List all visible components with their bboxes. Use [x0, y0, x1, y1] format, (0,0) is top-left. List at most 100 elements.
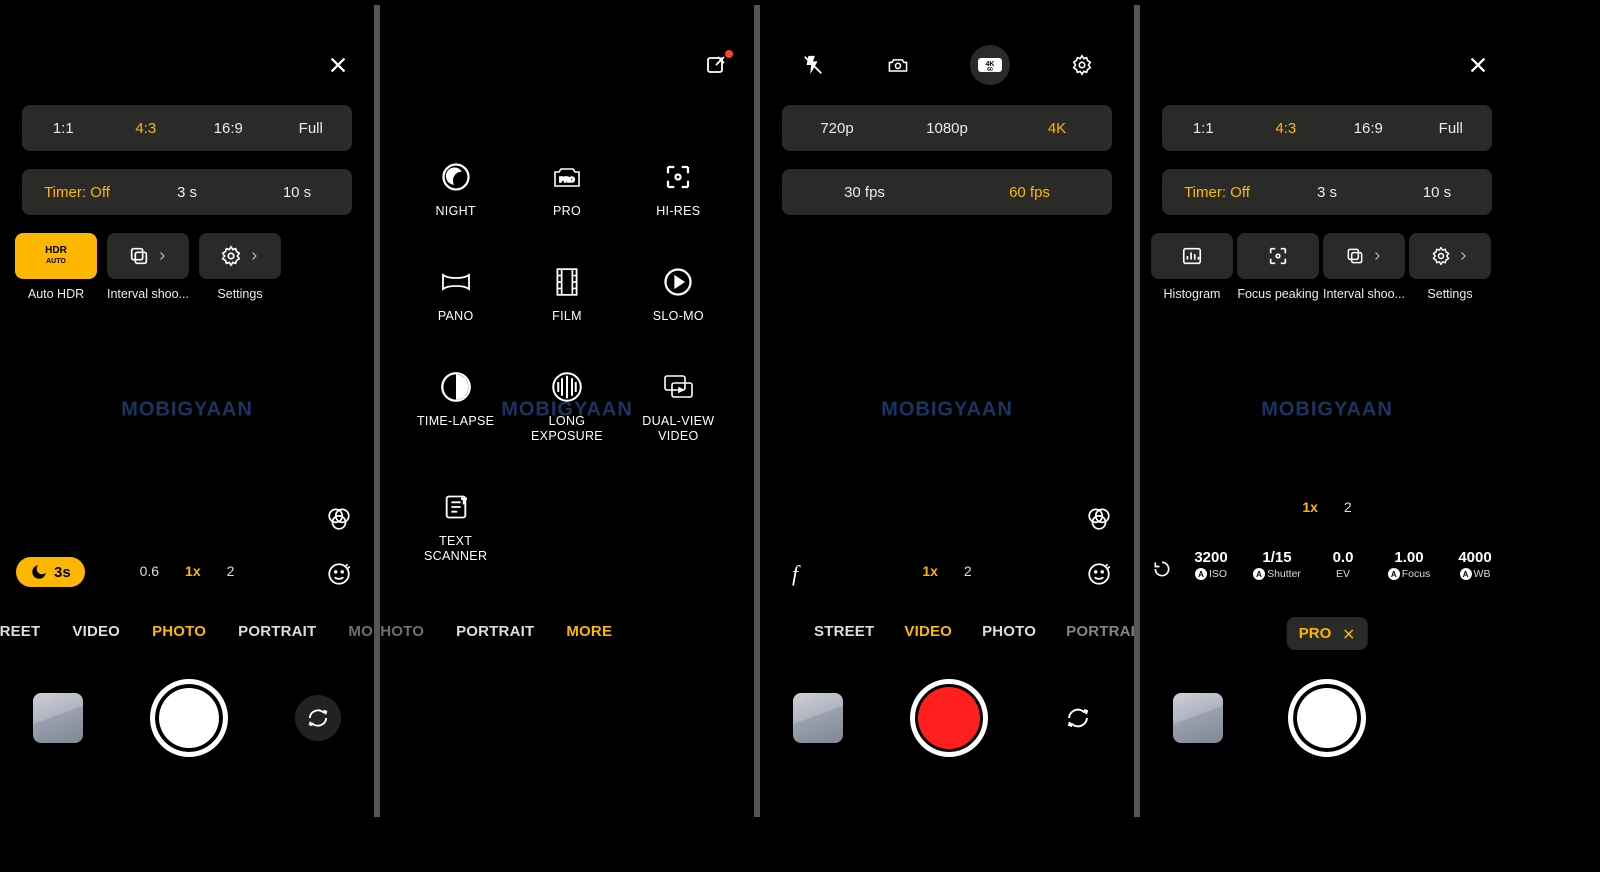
mode-more[interactable]: MORE	[348, 623, 374, 640]
mode-strip[interactable]: STREET VIDEO PHOTO PORTRAIT MORE	[0, 623, 354, 640]
interval-shooting-button[interactable]	[1323, 233, 1405, 279]
ratio-1-1[interactable]: 1:1	[1162, 120, 1245, 137]
auto-badge-icon: A	[1253, 568, 1265, 580]
timer-segment: Timer: Off 3 s 10 s	[22, 169, 352, 215]
fps-30[interactable]: 30 fps	[782, 184, 947, 201]
shutter-row	[1140, 679, 1514, 757]
macro-icon[interactable]	[885, 52, 911, 78]
mode-portrait[interactable]: PORTRAIT	[1066, 623, 1134, 640]
switch-camera-button[interactable]	[1055, 695, 1101, 741]
settings-icon[interactable]	[1069, 52, 1095, 78]
zoom-1x[interactable]: 1x	[185, 563, 201, 579]
filters-icon[interactable]	[324, 503, 354, 533]
mode-video[interactable]: VIDEO	[904, 623, 952, 640]
mode-dualview[interactable]: DUAL-VIEW VIDEO	[623, 370, 734, 444]
mode-strip[interactable]: PHOTO PORTRAIT MORE	[380, 623, 744, 640]
more-modes-grid: NIGHT PRO PRO HI-RES PANO FILM SLO-MO TI…	[380, 160, 754, 564]
mode-photo[interactable]: PHOTO	[380, 623, 424, 640]
gallery-thumbnail[interactable]	[33, 693, 83, 743]
param-ev[interactable]: 0.0 EV	[1312, 549, 1374, 580]
edit-modes-icon[interactable]	[703, 52, 729, 78]
close-icon[interactable]	[327, 54, 349, 76]
mode-textscanner[interactable]: T TEXT SCANNER	[400, 490, 511, 564]
param-wb[interactable]: 4000 AWB	[1444, 549, 1506, 580]
pro-mode-chip[interactable]: PRO	[1287, 617, 1368, 650]
fps-60[interactable]: 60 fps	[947, 184, 1112, 201]
timer-10s[interactable]: 10 s	[242, 184, 352, 201]
screen-more: NIGHT PRO PRO HI-RES PANO FILM SLO-MO TI…	[380, 5, 754, 817]
fps-segment progressed: 30 fps 60 fps	[782, 169, 1112, 215]
flash-off-icon[interactable]	[800, 52, 826, 78]
timer-10s[interactable]: 10 s	[1382, 184, 1492, 201]
mode-more[interactable]: MORE	[566, 623, 612, 640]
mode-photo[interactable]: PHOTO	[152, 623, 206, 640]
ratio-full[interactable]: Full	[1410, 120, 1493, 137]
mode-timelapse[interactable]: TIME-LAPSE	[400, 370, 511, 444]
ratio-4-3[interactable]: 4:3	[105, 120, 188, 137]
settings-button[interactable]	[1409, 233, 1491, 279]
timer-3s[interactable]: 3 s	[132, 184, 242, 201]
gear-icon	[1431, 246, 1451, 266]
shutter-button[interactable]	[150, 679, 228, 757]
mode-video[interactable]: VIDEO	[72, 623, 120, 640]
param-focus[interactable]: 1.00 AFocus	[1378, 549, 1440, 580]
night-icon	[439, 160, 473, 194]
res-720p[interactable]: 720p	[782, 120, 892, 137]
ratio-16-9[interactable]: 16:9	[187, 120, 270, 137]
filters-icon[interactable]	[1084, 503, 1114, 533]
settings-button[interactable]	[199, 233, 281, 279]
ratio-16-9[interactable]: 16:9	[1327, 120, 1410, 137]
record-button[interactable]	[910, 679, 988, 757]
zoom-1x[interactable]: 1x	[1302, 499, 1318, 515]
ratio-full[interactable]: Full	[270, 120, 353, 137]
mode-pano[interactable]: PANO	[400, 265, 511, 324]
gallery-thumbnail[interactable]	[793, 693, 843, 743]
pro-icon: PRO	[550, 160, 584, 194]
interval-shooting-button[interactable]	[107, 233, 189, 279]
param-iso[interactable]: 3200 AISO	[1180, 549, 1242, 580]
timer-segment: Timer: Off 3 s 10 s	[1162, 169, 1492, 215]
screen-video: 4K60 720p 1080p 4K 30 fps 60 fps f 1x 2 …	[760, 5, 1134, 817]
mode-longexposure[interactable]: LONG EXPOSURE	[511, 370, 622, 444]
ratio-1-1[interactable]: 1:1	[22, 120, 105, 137]
zoom-0-6[interactable]: 0.6	[140, 563, 159, 579]
hdr-auto-icon: HDRAUTO	[45, 246, 67, 266]
hdr-auto-button[interactable]: HDRAUTO	[15, 233, 97, 279]
param-shutter[interactable]: 1/15 AShutter	[1246, 549, 1308, 580]
reset-icon[interactable]	[1148, 555, 1176, 583]
histogram-button[interactable]	[1151, 233, 1233, 279]
close-icon[interactable]	[1467, 54, 1489, 76]
mode-strip[interactable]: STREET VIDEO PHOTO PORTRAIT	[760, 623, 1134, 640]
timer-off[interactable]: Timer: Off	[1162, 184, 1272, 201]
tile-label: Auto HDR	[28, 287, 84, 301]
tile-label: Interval shoo...	[107, 287, 189, 301]
mode-photo[interactable]: PHOTO	[982, 623, 1036, 640]
mode-street[interactable]: STREET	[814, 623, 874, 640]
zoom-2[interactable]: 2	[964, 563, 972, 579]
mode-pro[interactable]: PRO PRO	[511, 160, 622, 219]
svg-text:PRO: PRO	[559, 177, 575, 184]
zoom-row: 1x 2	[1140, 499, 1514, 515]
mode-film[interactable]: FILM	[511, 265, 622, 324]
aspect-ratio-segment: 1:1 4:3 16:9 Full	[1162, 105, 1492, 151]
focuspeaking-button[interactable]	[1237, 233, 1319, 279]
mode-night[interactable]: NIGHT	[400, 160, 511, 219]
ratio-4-3[interactable]: 4:3	[1245, 120, 1328, 137]
timer-off[interactable]: Timer: Off	[22, 184, 132, 201]
mode-portrait[interactable]: PORTRAIT	[238, 623, 316, 640]
resolution-4k60-icon[interactable]: 4K60	[970, 45, 1010, 85]
mode-slomo[interactable]: SLO-MO	[623, 265, 734, 324]
res-1080p[interactable]: 1080p	[892, 120, 1002, 137]
timer-3s[interactable]: 3 s	[1272, 184, 1382, 201]
longexposure-icon	[550, 370, 584, 404]
zoom-2[interactable]: 2	[1344, 499, 1352, 515]
zoom-1x[interactable]: 1x	[922, 563, 938, 579]
shutter-button[interactable]	[1288, 679, 1366, 757]
res-4k[interactable]: 4K	[1002, 120, 1112, 137]
mode-hires[interactable]: HI-RES	[623, 160, 734, 219]
switch-camera-button[interactable]	[295, 695, 341, 741]
zoom-2[interactable]: 2	[227, 563, 235, 579]
gallery-thumbnail[interactable]	[1173, 693, 1223, 743]
mode-portrait[interactable]: PORTRAIT	[456, 623, 534, 640]
mode-street[interactable]: STREET	[0, 623, 40, 640]
